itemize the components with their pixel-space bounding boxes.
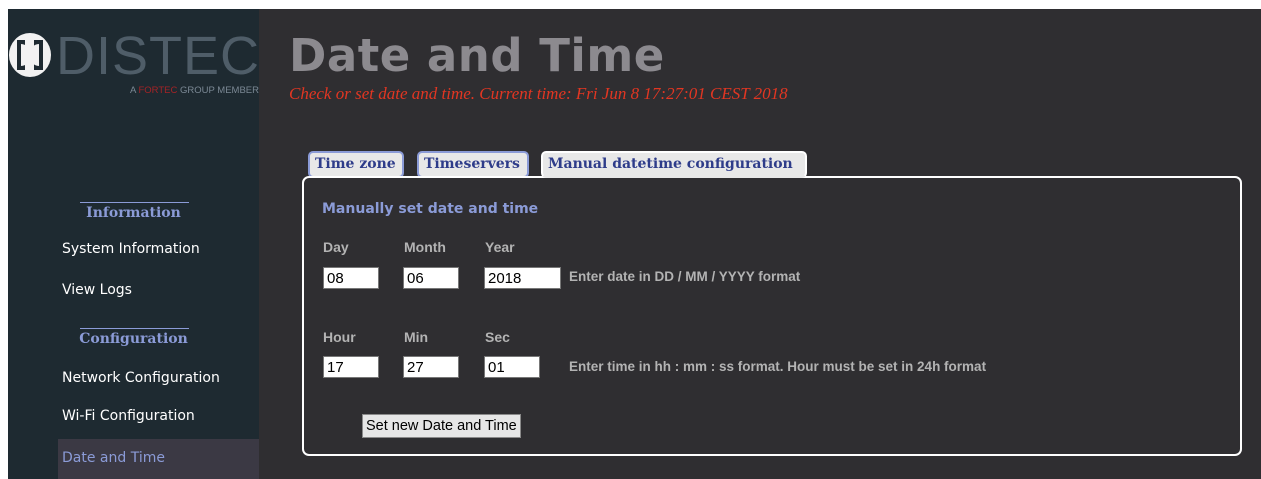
tagline-prefix: A: [130, 85, 136, 96]
day-label: Day: [323, 239, 349, 255]
sidebar-item-view-logs[interactable]: View Logs: [58, 273, 259, 307]
sidebar-heading-information: Information: [8, 202, 259, 221]
panel-heading: Manually set date and time: [322, 201, 539, 217]
page-title: Date and Time: [289, 29, 665, 82]
day-input[interactable]: [323, 267, 379, 289]
date-format-hint: Enter date in DD / MM / YYYY format: [569, 269, 801, 284]
hour-input[interactable]: [323, 356, 379, 378]
brand-name: DISTEC: [56, 26, 261, 86]
month-label: Month: [404, 239, 446, 255]
sec-input[interactable]: [484, 356, 540, 378]
brand-tagline: A FORTEC GROUP MEMBER: [130, 85, 259, 96]
hour-label: Hour: [323, 329, 356, 345]
min-label: Min: [404, 329, 429, 345]
heading-label: Information: [86, 205, 181, 221]
sidebar-heading-configuration: Configuration: [8, 328, 259, 347]
tab-timeservers[interactable]: Timeservers: [417, 151, 529, 178]
min-input[interactable]: [403, 356, 459, 378]
tab-time-zone[interactable]: Time zone: [308, 151, 404, 178]
month-input[interactable]: [403, 267, 459, 289]
year-label: Year: [485, 239, 515, 255]
sidebar: DISTEC A FORTEC GROUP MEMBER Information…: [8, 9, 259, 479]
tab-manual-datetime-configuration[interactable]: Manual datetime configuration: [541, 151, 807, 178]
sidebar-item-wifi-configuration[interactable]: Wi-Fi Configuration: [58, 399, 259, 433]
sidebar-item-system-information[interactable]: System Information: [58, 232, 259, 266]
sidebar-item-date-and-time[interactable]: Date and Time: [58, 439, 259, 479]
heading-rule: [80, 328, 189, 329]
sec-label: Sec: [485, 329, 510, 345]
set-datetime-button[interactable]: Set new Date and Time: [362, 414, 521, 438]
distec-logo-icon: [9, 33, 51, 77]
manual-datetime-panel: Manually set date and time Day Month Yea…: [302, 176, 1242, 456]
brand-logo: DISTEC A FORTEC GROUP MEMBER: [8, 26, 261, 110]
page-subtitle: Check or set date and time. Current time…: [289, 84, 788, 103]
heading-label: Configuration: [79, 331, 188, 347]
year-input[interactable]: [484, 267, 561, 289]
time-format-hint: Enter time in hh : mm : ss format. Hour …: [569, 359, 987, 374]
tagline-suffix: GROUP MEMBER: [179, 85, 259, 96]
tagline-accent: FORTEC: [138, 85, 178, 96]
sidebar-item-network-configuration[interactable]: Network Configuration: [58, 361, 259, 395]
heading-rule: [80, 202, 189, 203]
